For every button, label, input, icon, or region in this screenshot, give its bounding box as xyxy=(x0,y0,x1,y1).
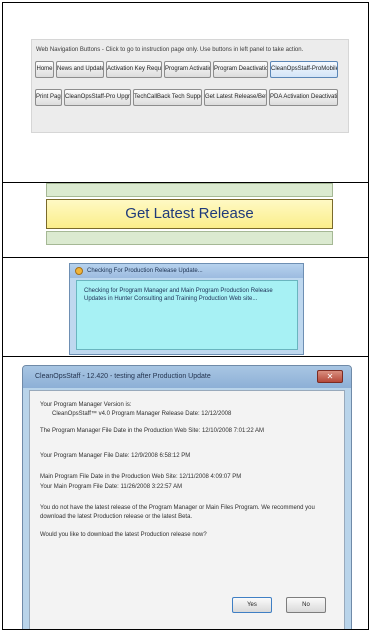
nav-button-cleanopsstaff-pro-upgrades[interactable]: CleanOpsStaff-Pro Upgrades xyxy=(64,89,131,106)
nav-button-techcallback-tech-support[interactable]: TechCallBack Tech Support xyxy=(133,89,202,106)
checking-message: Checking for Program Manager and Main Pr… xyxy=(84,288,273,302)
yes-button[interactable]: Yes xyxy=(232,597,272,613)
close-icon[interactable]: ✕ xyxy=(317,370,343,383)
nav-button-program-deactivation[interactable]: Program Deactivation xyxy=(213,61,268,78)
nav-button-news-and-updates[interactable]: News and Updates xyxy=(56,61,104,78)
download-question: Would you like to download the latest Pr… xyxy=(40,532,207,538)
main-web-file-date: Main Program File Date in the Production… xyxy=(40,474,242,480)
update-dialog: CleanOpsStaff - 12.420 - testing after P… xyxy=(22,365,352,629)
pm-local-file-date: Your Program Manager File Date: 12/9/200… xyxy=(40,453,191,459)
checking-dialog-titlebar: Checking For Production Release Update..… xyxy=(70,264,303,278)
update-recommendation: You do not have the latest release of th… xyxy=(40,505,315,520)
button-above xyxy=(46,183,333,197)
nav-button-program-activation[interactable]: Program Activation xyxy=(164,61,211,78)
update-dialog-screenshot: CleanOpsStaff - 12.420 - testing after P… xyxy=(3,357,368,629)
checking-dialog-body: Checking for Program Manager and Main Pr… xyxy=(76,280,298,350)
nav-buttons-panel: Web Navigation Buttons - Click to go to … xyxy=(31,39,349,133)
update-dialog-title: CleanOpsStaff - 12.420 - testing after P… xyxy=(35,373,211,380)
checking-dialog-title: Checking For Production Release Update..… xyxy=(87,268,203,274)
version-value: CleanOpsStaff™ v4.0 Program Manager Rele… xyxy=(52,411,232,417)
version-label: Your Program Manager Version is: xyxy=(40,402,132,408)
update-dialog-content: Your Program Manager Version is: CleanOp… xyxy=(29,390,345,629)
get-latest-release-button[interactable]: Get Latest Release xyxy=(46,199,333,229)
main-local-file-date: Your Main Program File Date: 11/26/2008 … xyxy=(40,484,183,490)
nav-button-activation-key-request[interactable]: Activation Key Request xyxy=(106,61,162,78)
update-dialog-titlebar: CleanOpsStaff - 12.420 - testing after P… xyxy=(23,366,351,388)
nav-button-home[interactable]: Home xyxy=(35,61,54,78)
button-below xyxy=(46,231,333,245)
checking-dialog: Checking For Production Release Update..… xyxy=(69,263,304,355)
nav-button-pda-activation-deactivation[interactable]: PDA Activation Deactivation xyxy=(269,89,338,106)
nav-button-cleanopsstaff-promobile[interactable]: CleanOpsStaff-ProMobile xyxy=(270,61,338,78)
checking-dialog-screenshot: Checking For Production Release Update..… xyxy=(3,258,368,356)
no-button[interactable]: No xyxy=(286,597,326,613)
app-icon xyxy=(75,267,83,275)
nav-button-get-latest-release-beta[interactable]: Get Latest Release/Beta xyxy=(204,89,267,106)
get-latest-release-screenshot: Get Latest Release xyxy=(3,183,368,257)
nav-button-print-page[interactable]: Print Page xyxy=(35,89,62,106)
pm-web-file-date: The Program Manager File Date in the Pro… xyxy=(40,428,265,434)
nav-buttons-screenshot: Web Navigation Buttons - Click to go to … xyxy=(3,3,368,182)
nav-caption: Web Navigation Buttons - Click to go to … xyxy=(36,47,304,53)
